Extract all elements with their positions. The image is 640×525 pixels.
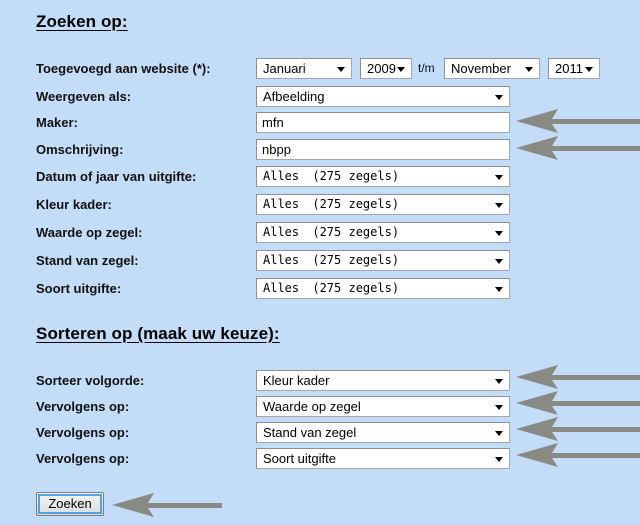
zoeken-button[interactable]: Zoeken [36,492,104,516]
row-vervolgens-op-2: Vervolgens op: Stand van zegel [0,422,640,446]
kleur-kader-value: Alles [263,197,300,211]
row-label-sorteer-volgorde: Sorteer volgorde: [36,373,145,388]
to-year-value: 2011 [555,61,583,76]
annotation-arrow-zoeken [112,492,222,518]
chevron-down-icon [495,174,503,180]
row-label-vervolgens-op-1: Vervolgens op: [36,399,130,414]
chevron-down-icon [397,66,405,72]
vervolgens-op-2-value: Stand van zegel [263,425,357,440]
kleur-kader-count: (275 zegels) [312,197,400,211]
kleur-kader-select[interactable]: Alles (275 zegels) [256,194,510,215]
from-month-select[interactable]: Januari [256,58,352,79]
sort-section-heading: Sorteren op (maak uw keuze): [36,324,280,343]
vervolgens-op-3-select[interactable]: Soort uitgifte [256,448,510,469]
omschrijving-value: nbpp [262,142,291,157]
vervolgens-op-2-select[interactable]: Stand van zegel [256,422,510,443]
soort-uitgifte-select[interactable]: Alles (275 zegels) [256,278,510,299]
soort-uitgifte-value: Alles [263,281,300,295]
datum-of-jaar-value: Alles [263,169,300,183]
chevron-down-icon [495,94,503,100]
vervolgens-op-1-value: Waarde op zegel [263,399,361,414]
row-weergeven-als: Weergeven als: Afbeelding [0,86,640,110]
chevron-down-icon [337,66,345,72]
weergeven-als-value: Afbeelding [263,89,325,104]
row-label-stand-van-zegel: Stand van zegel: [36,253,139,268]
chevron-down-icon [495,456,503,462]
row-label-datum-of-jaar-van-uitgifte: Datum of jaar van uitgifte: [36,169,197,184]
row-label-maker: Maker: [36,115,78,130]
row-toegevoegd-aan-website: Toegevoegd aan website (*): Januari 2009… [0,58,640,82]
datum-of-jaar-count: (275 zegels) [312,169,400,183]
to-month-value: November [451,61,511,76]
chevron-down-icon [495,430,503,436]
search-form-page: Zoeken op: Toegevoegd aan website (*): J… [0,0,640,525]
row-stand-van-zegel: Stand van zegel: Alles (275 zegels) [0,250,640,274]
vervolgens-op-1-select[interactable]: Waarde op zegel [256,396,510,417]
weergeven-als-select[interactable]: Afbeelding [256,86,510,107]
chevron-down-icon [495,378,503,384]
row-label-vervolgens-op-2: Vervolgens op: [36,425,130,440]
date-range-separator: t/m [418,61,435,75]
search-section-heading: Zoeken op: [36,12,128,31]
row-vervolgens-op-3: Vervolgens op: Soort uitgifte [0,448,640,472]
stand-van-zegel-value: Alles [263,253,300,267]
row-label-toegevoegd-aan-website: Toegevoegd aan website (*): [36,61,211,76]
maker-input[interactable]: mfn [256,112,510,133]
stand-van-zegel-count: (275 zegels) [312,253,400,267]
chevron-down-icon [495,286,503,292]
row-sorteer-volgorde: Sorteer volgorde: Kleur kader [0,370,640,394]
vervolgens-op-3-value: Soort uitgifte [263,451,336,466]
row-datum-of-jaar-van-uitgifte: Datum of jaar van uitgifte: Alles (275 z… [0,166,640,190]
from-year-value: 2009 [367,61,396,76]
row-waarde-op-zegel: Waarde op zegel: Alles (275 zegels) [0,222,640,246]
row-omschrijving: Omschrijving: nbpp [0,139,640,163]
omschrijving-input[interactable]: nbpp [256,139,510,160]
row-label-kleur-kader: Kleur kader: [36,197,112,212]
row-label-weergeven-als: Weergeven als: [36,89,132,104]
stand-van-zegel-select[interactable]: Alles (275 zegels) [256,250,510,271]
chevron-down-icon [495,230,503,236]
sorteer-volgorde-value: Kleur kader [263,373,330,388]
to-year-select[interactable]: 2011 [548,58,600,79]
waarde-op-zegel-select[interactable]: Alles (275 zegels) [256,222,510,243]
row-kleur-kader: Kleur kader: Alles (275 zegels) [0,194,640,218]
waarde-op-zegel-value: Alles [263,225,300,239]
row-maker: Maker: mfn [0,112,640,136]
sorteer-volgorde-select[interactable]: Kleur kader [256,370,510,391]
row-soort-uitgifte: Soort uitgifte: Alles (275 zegels) [0,278,640,302]
from-month-value: Januari [263,61,306,76]
datum-of-jaar-select[interactable]: Alles (275 zegels) [256,166,510,187]
chevron-down-icon [495,404,503,410]
row-label-omschrijving: Omschrijving: [36,142,124,157]
soort-uitgifte-count: (275 zegels) [312,281,400,295]
maker-value: mfn [262,115,284,130]
row-label-vervolgens-op-3: Vervolgens op: [36,451,130,466]
chevron-down-icon [585,66,593,72]
waarde-op-zegel-count: (275 zegels) [312,225,400,239]
from-year-select[interactable]: 2009 [360,58,412,79]
row-vervolgens-op-1: Vervolgens op: Waarde op zegel [0,396,640,420]
chevron-down-icon [495,202,503,208]
chevron-down-icon [495,258,503,264]
row-label-soort-uitgifte: Soort uitgifte: [36,281,122,296]
chevron-down-icon [525,66,533,72]
row-label-waarde-op-zegel: Waarde op zegel: [36,225,143,240]
to-month-select[interactable]: November [444,58,540,79]
